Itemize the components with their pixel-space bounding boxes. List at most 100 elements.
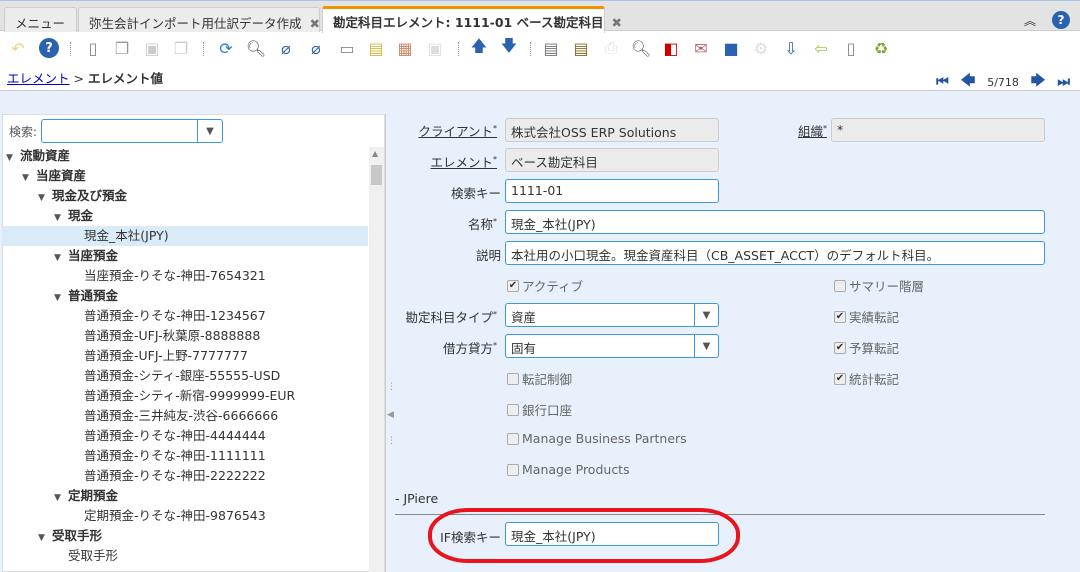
post-statistical-checkbox[interactable]: ✔ 統計転記 xyxy=(834,369,899,388)
tree-node[interactable]: ▼ 普通預金 xyxy=(2,286,368,306)
close-icon[interactable]: ✖ xyxy=(310,16,320,31)
account-tree: ▼ 流動資産 ▼ 当座資産 ▼ 現金及び預金 ▼ 現金 現金_本社(JPY) ▼ 当座預金 当座預金-… xyxy=(2,146,368,566)
tree-node[interactable]: 普通預金-UFJ-秋葉原-8888888 xyxy=(2,326,368,346)
tree-node[interactable]: ▼ 流動資産 xyxy=(2,146,368,166)
org-field: * xyxy=(831,118,1045,142)
expand-toggle-icon[interactable]: ▼ xyxy=(38,528,52,548)
tree-node-label: 普通預金-りそな-神田-1234567 xyxy=(84,308,266,323)
chevron-down-icon: ▼ xyxy=(694,335,718,357)
tree-node[interactable]: 普通預金-りそな-神田-4444444 xyxy=(2,426,368,446)
request-icon[interactable]: ✉ xyxy=(690,37,712,59)
bank-account-checkbox[interactable]: 銀行口座 xyxy=(507,400,572,419)
expand-toggle-icon[interactable]: ▼ xyxy=(54,488,68,508)
tab-label: メニュー xyxy=(15,16,66,31)
tree-node[interactable]: 現金_本社(JPY) xyxy=(2,226,368,246)
tab-menu[interactable]: メニュー xyxy=(4,7,77,32)
scrollbar[interactable]: ▲ xyxy=(369,147,384,572)
tree-node[interactable]: ▼ 当座預金 xyxy=(2,246,368,266)
name-input[interactable]: 現金_本社(JPY) xyxy=(505,210,1045,234)
chevron-down-icon[interactable]: ▼ xyxy=(197,120,222,142)
toolbar: ↶ ? ▯ ❐ ▣ ❐ ⟳ 🔍︎ ⌀ ⌀ ▭ ▤ ▦ ▣ 🡅 🡇 ▤ ▤ ⎙ 🔍… xyxy=(0,33,1080,63)
client-label[interactable]: クライアント* xyxy=(377,121,497,140)
grid-toggle-icon[interactable]: ▦ xyxy=(394,37,416,59)
tree-node[interactable]: ▼ 受取手形 xyxy=(2,526,368,546)
tree-node[interactable]: 普通預金-りそな-神田-1111111 xyxy=(2,446,368,466)
tree-node[interactable]: ▼ 当座資産 xyxy=(2,166,368,186)
post-budget-checkbox[interactable]: ✔ 予算転記 xyxy=(834,338,899,357)
tree-node[interactable]: 普通預金-りそな-神田-2222222 xyxy=(2,466,368,486)
account-sign-select[interactable]: 固有 ▼ xyxy=(505,334,719,358)
search-key-input[interactable]: 1111-01 xyxy=(505,179,719,203)
find-icon[interactable]: 🔍︎ xyxy=(245,37,267,59)
account-type-select[interactable]: 資産 ▼ xyxy=(505,303,719,327)
undo-icon[interactable]: ↶ xyxy=(7,37,29,59)
checkbox-box xyxy=(507,463,519,476)
expand-toggle-icon[interactable]: ▼ xyxy=(22,168,36,188)
note-icon[interactable]: ▤ xyxy=(365,37,387,59)
chat-icon[interactable]: ▭ xyxy=(336,37,358,59)
expand-toggle-icon[interactable]: ▼ xyxy=(54,208,68,228)
org-label[interactable]: 組織* xyxy=(707,121,827,140)
doc-controlled-checkbox[interactable]: 転記制御 xyxy=(507,369,572,388)
save-new-icon[interactable]: ❐ xyxy=(170,37,192,59)
description-input[interactable]: 本社用の小口現金。現金資産科目（CB_ASSET_ACCT）のデフォルト科目。 xyxy=(505,241,1045,265)
recycle-bin-icon[interactable]: ♻ xyxy=(870,37,892,59)
copy-record-icon[interactable]: ❐ xyxy=(111,37,133,59)
archive-icon[interactable]: ▤ xyxy=(570,37,592,59)
tree-node[interactable]: ▼ 定期預金 xyxy=(2,486,368,506)
expand-toggle-icon[interactable]: ▼ xyxy=(54,288,68,308)
close-icon[interactable]: ✖ xyxy=(611,15,621,30)
tree-node[interactable]: 普通預金-UFJ-上野-7777777 xyxy=(2,346,368,366)
post-it-icon[interactable]: ▯ xyxy=(840,37,862,59)
search-label: 検索: xyxy=(9,125,38,139)
tree-node[interactable]: 普通預金-三井純友-渋谷-6666666 xyxy=(2,406,368,426)
print-icon[interactable]: ⎙ xyxy=(600,37,622,59)
manage-products-checkbox[interactable]: Manage Products xyxy=(507,462,630,477)
first-record-icon[interactable]: ⏮ xyxy=(936,74,949,90)
export-icon[interactable]: ⇦ xyxy=(810,37,832,59)
refresh-icon[interactable]: ⟳ xyxy=(215,37,237,59)
workflow-icon[interactable]: ◧ xyxy=(660,37,682,59)
tree-node[interactable]: 普通預金-シティ-新宿-9999999-EUR xyxy=(2,386,368,406)
zoom-across-icon[interactable]: 🔍︎ xyxy=(630,37,652,59)
account-sign-label: 借方貸方* xyxy=(442,340,497,356)
checkbox-box xyxy=(507,432,519,445)
attachment-icon[interactable]: ⌀ xyxy=(275,37,297,59)
product-info-icon[interactable]: ■ xyxy=(720,37,742,59)
active-checkbox[interactable]: ✔ アクティブ xyxy=(507,276,583,295)
last-record-icon[interactable]: ⏭ xyxy=(1057,74,1070,90)
import-icon[interactable]: ⇩ xyxy=(780,37,802,59)
help-icon[interactable]: ? xyxy=(39,38,59,58)
collapse-icon[interactable]: ︽ xyxy=(1024,12,1036,29)
tree-node[interactable]: ▼ 現金 xyxy=(2,206,368,226)
tree-node[interactable]: ▼ 現金及び預金 xyxy=(2,186,368,206)
save-icon[interactable]: ▣ xyxy=(141,37,163,59)
breadcrumb-link[interactable]: エレメント xyxy=(7,71,70,86)
checkbox-box: ✔ xyxy=(507,279,519,292)
help-icon[interactable]: ? xyxy=(1052,11,1070,29)
tree-node[interactable]: 定期預金-りそな-神田-9876543 xyxy=(2,506,368,526)
attachment-jp-icon[interactable]: ⌀ xyxy=(305,37,327,59)
tree-node[interactable]: 受取手形 xyxy=(2,546,368,566)
tree-node[interactable]: 普通預金-りそな-神田-1234567 xyxy=(2,306,368,326)
expand-toggle-icon[interactable]: ▼ xyxy=(54,248,68,268)
manage-bp-checkbox[interactable]: Manage Business Partners xyxy=(507,431,687,446)
process-icon[interactable]: ⚙ xyxy=(750,37,772,59)
expand-toggle-icon[interactable]: ▼ xyxy=(38,188,52,208)
tree-node[interactable]: 普通預金-シティ-銀座-55555-USD xyxy=(2,366,368,386)
tab-account-element[interactable]: 勘定科目エレメント: 1111-01 ベース勘定科目 ✖ xyxy=(322,6,622,33)
tab-yayoi-import[interactable]: 弥生会計インポート用仕訳データ作成 ✖ xyxy=(78,7,320,32)
summary-checkbox[interactable]: サマリー階層 xyxy=(834,276,924,295)
element-label[interactable]: エレメント* xyxy=(377,152,497,171)
multi-record-icon[interactable]: ▣ xyxy=(424,37,446,59)
tree-search-input[interactable]: ▼ xyxy=(41,119,223,143)
expand-toggle-icon[interactable]: ▼ xyxy=(6,148,20,168)
tree-node[interactable]: 当座預金-りそな-神田-7654321 xyxy=(2,266,368,286)
next-record-icon[interactable]: 🡇 xyxy=(498,36,520,59)
section-jpiere[interactable]: - JPiere xyxy=(395,491,438,506)
tab-label: 弥生会計インポート用仕訳データ作成 xyxy=(89,16,302,31)
report-icon[interactable]: ▤ xyxy=(540,37,562,59)
post-actual-checkbox[interactable]: ✔ 実績転記 xyxy=(834,307,899,326)
previous-record-icon[interactable]: 🡅 xyxy=(468,36,490,59)
new-record-icon[interactable]: ▯ xyxy=(82,37,104,59)
